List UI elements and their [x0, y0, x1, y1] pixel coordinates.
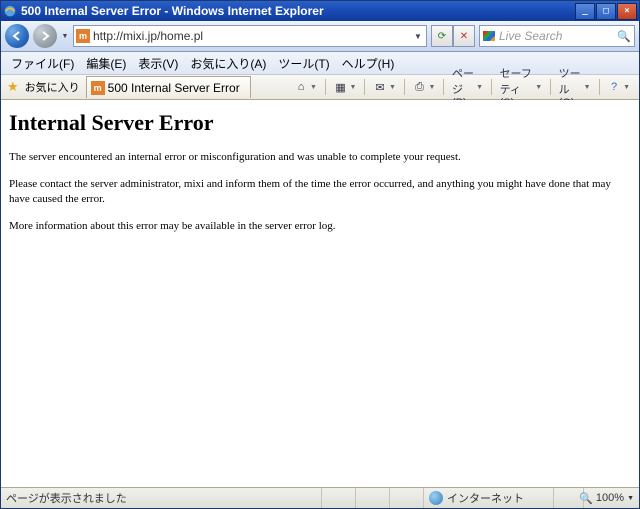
menu-view[interactable]: 表示(V)	[132, 53, 184, 74]
forward-button[interactable]	[33, 24, 57, 48]
status-bar: ページが表示されました インターネット 🔍 100% ▼	[1, 487, 639, 508]
site-favicon: m	[76, 29, 90, 43]
search-go-icon[interactable]: 🔍	[616, 30, 632, 43]
stop-button[interactable]: ✕	[453, 25, 475, 47]
favorites-label[interactable]: お気に入り	[25, 79, 80, 95]
search-placeholder: Live Search	[496, 29, 616, 43]
home-icon: ⌂	[294, 80, 308, 94]
minimize-button[interactable]: _	[575, 3, 595, 20]
security-zone[interactable]: インターネット	[424, 488, 554, 508]
internet-zone-icon	[429, 491, 443, 505]
favorites-star-icon[interactable]: ★	[7, 79, 19, 95]
address-bar[interactable]: m http://mixi.jp/home.pl ▼	[73, 25, 427, 47]
ie-icon	[3, 4, 17, 18]
tab-title: 500 Internal Server Error	[108, 81, 240, 95]
menu-favorites[interactable]: お気に入り(A)	[184, 53, 272, 74]
status-pane-3	[390, 488, 424, 508]
help-button[interactable]: ?▼	[604, 79, 633, 95]
command-bar: ⌂▼ ▦▼ ✉▼ ⎙▼ ページ(P) ▼ セーフティ(S) ▼ ツール(O) ▼…	[285, 75, 639, 100]
menu-help[interactable]: ヘルプ(H)	[336, 53, 401, 74]
maximize-button[interactable]: □	[596, 3, 616, 20]
back-button[interactable]	[5, 24, 29, 48]
page-content: Internal Server Error The server encount…	[1, 100, 639, 487]
close-button[interactable]: ×	[617, 3, 637, 20]
live-search-icon	[482, 29, 496, 43]
search-box[interactable]: Live Search 🔍	[479, 25, 635, 47]
print-button[interactable]: ⎙▼	[409, 79, 438, 95]
tab-favicon: m	[91, 81, 105, 95]
refresh-button[interactable]: ⟳	[431, 25, 453, 47]
window-title: 500 Internal Server Error - Windows Inte…	[21, 4, 575, 18]
menu-file[interactable]: ファイル(F)	[5, 53, 80, 74]
url-text[interactable]: http://mixi.jp/home.pl	[93, 29, 412, 43]
status-pane-2	[356, 488, 390, 508]
error-heading: Internal Server Error	[9, 110, 631, 136]
navigation-bar: ▼ m http://mixi.jp/home.pl ▼ ⟳ ✕ Live Se…	[1, 21, 639, 52]
error-paragraph-1: The server encountered an internal error…	[9, 150, 631, 165]
address-dropdown-icon[interactable]: ▼	[412, 32, 424, 41]
nav-history-dropdown[interactable]: ▼	[61, 31, 69, 41]
rss-icon: ▦	[334, 80, 348, 94]
error-paragraph-2: Please contact the server administrator,…	[9, 177, 631, 207]
status-message: ページが表示されました	[1, 488, 322, 508]
help-icon: ?	[607, 80, 621, 94]
error-paragraph-3: More information about this error may be…	[9, 219, 631, 234]
mail-button[interactable]: ✉▼	[370, 79, 399, 95]
print-icon: ⎙	[412, 80, 426, 94]
favorites-bar: ★ お気に入り m 500 Internal Server Error	[1, 75, 285, 100]
zoom-icon: 🔍	[579, 492, 593, 505]
zoom-control[interactable]: 🔍 100% ▼	[584, 488, 639, 508]
zoom-dropdown-icon[interactable]: ▼	[627, 495, 634, 502]
menu-tools[interactable]: ツール(T)	[272, 53, 335, 74]
title-bar: 500 Internal Server Error - Windows Inte…	[1, 1, 639, 21]
menu-edit[interactable]: 編集(E)	[80, 53, 132, 74]
feeds-button[interactable]: ▦▼	[331, 79, 360, 95]
status-pane-1	[322, 488, 356, 508]
mail-icon: ✉	[373, 80, 387, 94]
current-tab[interactable]: m 500 Internal Server Error	[86, 76, 251, 98]
home-button[interactable]: ⌂▼	[291, 79, 320, 95]
